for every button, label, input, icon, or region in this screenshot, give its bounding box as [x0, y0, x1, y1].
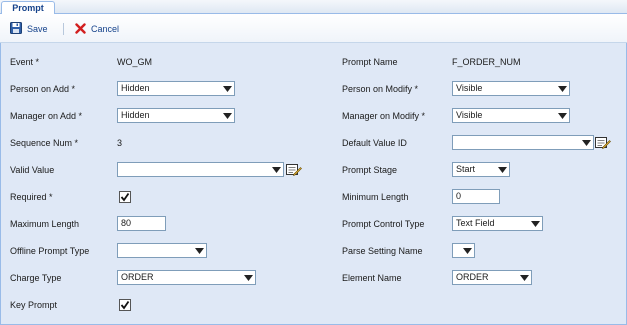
prompt-form-panel: Event * WO_GM Person on Add * Hidden Man…: [0, 43, 627, 325]
person-on-add-label: Person on Add *: [10, 84, 76, 94]
element-name-label: Element Name: [342, 273, 402, 283]
edit-list-icon[interactable]: [286, 163, 302, 176]
key-prompt-checkbox[interactable]: [119, 299, 131, 311]
sequence-num-label: Sequence Num *: [10, 138, 79, 148]
dropdown-arrow-icon: [463, 248, 472, 254]
dropdown-arrow-icon: [520, 275, 529, 281]
dropdown-arrow-icon: [558, 113, 567, 119]
event-label: Event *: [10, 57, 40, 67]
checkmark-icon: [120, 300, 130, 310]
prompt-control-type-select[interactable]: Text Field: [452, 216, 543, 231]
default-value-id-select[interactable]: [452, 135, 594, 150]
dropdown-arrow-icon: [244, 275, 253, 281]
dropdown-arrow-icon: [195, 248, 204, 254]
save-button[interactable]: Save: [10, 22, 48, 36]
offline-prompt-type-label: Offline Prompt Type: [10, 246, 90, 256]
edit-list-icon[interactable]: [595, 136, 611, 149]
prompt-stage-value: Start: [456, 164, 476, 174]
prompt-stage-label: Prompt Stage: [342, 165, 398, 175]
valid-value-select[interactable]: [117, 162, 284, 177]
dropdown-arrow-icon: [223, 113, 232, 119]
manager-on-modify-select[interactable]: Visible: [452, 108, 570, 123]
manager-on-add-value: Hidden: [121, 110, 150, 120]
dropdown-arrow-icon: [558, 86, 567, 92]
event-value: WO_GM: [117, 57, 152, 67]
charge-type-value: ORDER: [121, 272, 154, 282]
offline-prompt-type-select[interactable]: [117, 243, 207, 258]
tab-strip: Prompt: [0, 0, 627, 15]
cancel-button[interactable]: Cancel: [75, 22, 119, 36]
minimum-length-label: Minimum Length: [342, 192, 409, 202]
floppy-disk-icon: [10, 22, 22, 36]
manager-on-modify-value: Visible: [456, 110, 483, 120]
maximum-length-input[interactable]: 80: [117, 216, 166, 231]
manager-on-add-label: Manager on Add *: [10, 111, 83, 121]
required-label: Required *: [10, 192, 53, 202]
person-on-modify-label: Person on Modify *: [342, 84, 419, 94]
prompt-control-type-value: Text Field: [456, 218, 495, 228]
prompt-name-label: Prompt Name: [342, 57, 398, 67]
key-prompt-label: Key Prompt: [10, 300, 58, 310]
element-name-select[interactable]: ORDER: [452, 270, 532, 285]
prompt-stage-select[interactable]: Start: [452, 162, 510, 177]
valid-value-label: Valid Value: [10, 165, 55, 175]
element-name-value: ORDER: [456, 272, 489, 282]
maximum-length-label: Maximum Length: [10, 219, 80, 229]
sequence-num-value: 3: [117, 138, 123, 148]
manager-on-modify-label: Manager on Modify *: [342, 111, 426, 121]
toolbar-separator: [63, 23, 64, 35]
dropdown-arrow-icon: [223, 86, 232, 92]
dropdown-arrow-icon: [272, 167, 281, 173]
required-checkbox[interactable]: [119, 191, 131, 203]
default-value-id-label: Default Value ID: [342, 138, 407, 148]
dropdown-arrow-icon: [582, 140, 591, 146]
red-x-icon: [75, 22, 86, 36]
prompt-name-value: F_ORDER_NUM: [452, 57, 521, 67]
person-on-modify-value: Visible: [456, 83, 483, 93]
parse-setting-name-select[interactable]: [452, 243, 475, 258]
save-label: Save: [27, 24, 48, 34]
parse-setting-name-label: Parse Setting Name: [342, 246, 423, 256]
manager-on-add-select[interactable]: Hidden: [117, 108, 235, 123]
dropdown-arrow-icon: [531, 221, 540, 227]
cancel-label: Cancel: [91, 24, 120, 34]
person-on-modify-select[interactable]: Visible: [452, 81, 570, 96]
dropdown-arrow-icon: [498, 167, 507, 173]
prompt-control-type-label: Prompt Control Type: [342, 219, 425, 229]
tab-prompt[interactable]: Prompt: [1, 1, 55, 15]
charge-type-label: Charge Type: [10, 273, 62, 283]
checkmark-icon: [120, 192, 130, 202]
person-on-add-select[interactable]: Hidden: [117, 81, 235, 96]
minimum-length-input[interactable]: 0: [452, 189, 500, 204]
charge-type-select[interactable]: ORDER: [117, 270, 256, 285]
toolbar: Save Cancel: [0, 14, 627, 43]
person-on-add-value: Hidden: [121, 83, 150, 93]
